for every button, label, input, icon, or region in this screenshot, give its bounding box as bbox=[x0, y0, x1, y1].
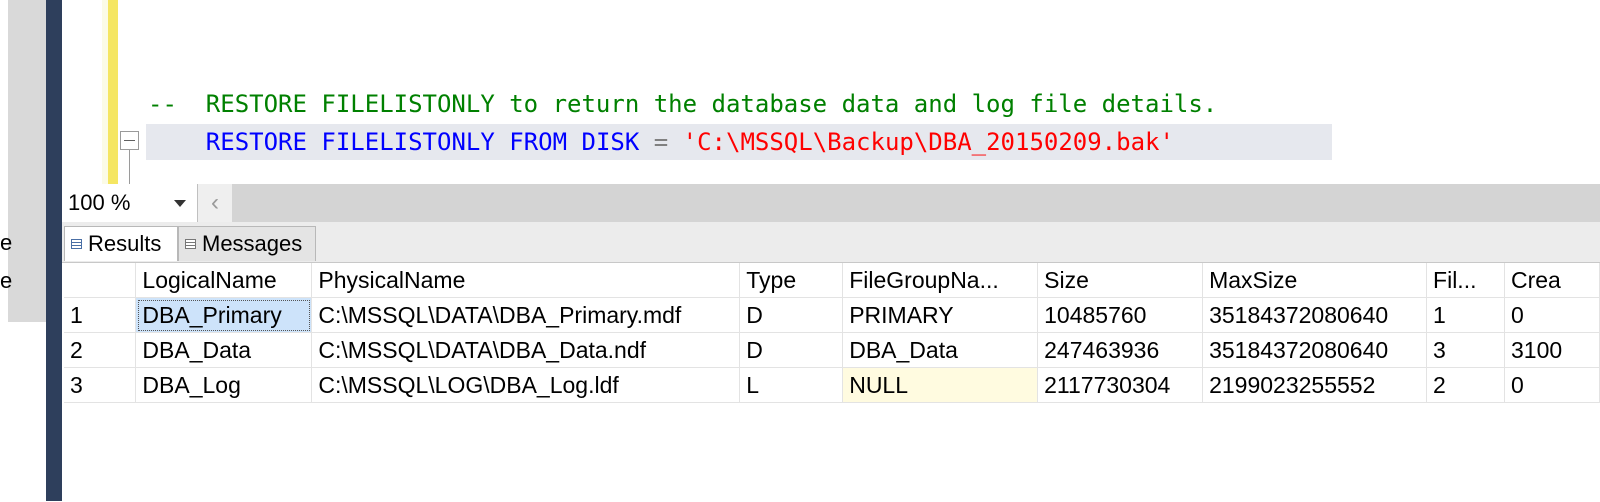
left-panel-text-fragment: e bbox=[0, 268, 13, 293]
table-cell[interactable]: C:\MSSQL\DATA\DBA_Primary.mdf bbox=[311, 297, 741, 333]
results-grid[interactable]: LogicalName PhysicalName Type FileGroupN… bbox=[62, 262, 1600, 502]
query-editor[interactable]: -- RESTORE FILELISTONLY to return the da… bbox=[62, 0, 1600, 187]
code-line-comment[interactable]: -- RESTORE FILELISTONLY to return the da… bbox=[148, 88, 1217, 120]
row-number[interactable]: 2 bbox=[64, 332, 137, 368]
table-row[interactable]: 1 DBA_Primary C:\MSSQL\DATA\DBA_Primary.… bbox=[64, 297, 1600, 333]
left-panel bbox=[8, 0, 46, 322]
scroll-left-icon[interactable]: ‹ bbox=[198, 184, 232, 222]
table-cell[interactable]: C:\MSSQL\DATA\DBA_Data.ndf bbox=[311, 332, 741, 368]
table-cell[interactable]: PRIMARY bbox=[842, 297, 1039, 333]
column-header[interactable]: PhysicalName bbox=[311, 263, 741, 298]
column-header[interactable]: LogicalName bbox=[135, 263, 313, 298]
table-cell[interactable]: 247463936 bbox=[1037, 332, 1204, 368]
column-header[interactable] bbox=[64, 263, 137, 298]
tab-results-label: Results bbox=[88, 231, 162, 256]
zoom-value: 100 % bbox=[68, 190, 131, 215]
table-cell[interactable]: 3100 bbox=[1504, 332, 1600, 368]
column-header[interactable]: Crea bbox=[1504, 263, 1600, 298]
table-cell[interactable]: 1 bbox=[1426, 297, 1505, 333]
tab-results[interactable]: Results bbox=[64, 226, 178, 261]
table-cell[interactable]: 35184372080640 bbox=[1202, 332, 1428, 368]
table-cell[interactable]: C:\MSSQL\LOG\DBA_Log.ldf bbox=[311, 367, 741, 403]
tab-messages-label: Messages bbox=[202, 231, 303, 256]
tab-messages[interactable]: Messages bbox=[178, 226, 316, 261]
keyword-disk: DISK bbox=[581, 128, 640, 156]
table-cell[interactable]: DBA_Data bbox=[842, 332, 1039, 368]
keyword-filelistonly: FILELISTONLY bbox=[321, 128, 495, 156]
zoom-bar: 100 % ‹ bbox=[62, 184, 1600, 222]
zoom-dropdown[interactable]: 100 % bbox=[62, 184, 198, 222]
table-cell[interactable]: D bbox=[739, 297, 844, 333]
table-cell-null[interactable]: NULL bbox=[842, 367, 1039, 403]
string-backup-path: 'C:\MSSQL\Backup\DBA_20150209.bak' bbox=[682, 128, 1174, 156]
table-cell[interactable]: DBA_Log bbox=[135, 367, 313, 403]
chevron-down-icon[interactable] bbox=[174, 200, 186, 207]
table-row[interactable]: 2 DBA_Data C:\MSSQL\DATA\DBA_Data.ndf D … bbox=[64, 332, 1600, 368]
results-table: LogicalName PhysicalName Type FileGroupN… bbox=[64, 263, 1600, 403]
table-cell[interactable]: D bbox=[739, 332, 844, 368]
code-line-restore[interactable]: RESTORE FILELISTONLY FROM DISK = 'C:\MSS… bbox=[148, 126, 1174, 158]
table-cell[interactable]: DBA_Data bbox=[135, 332, 313, 368]
row-number[interactable]: 1 bbox=[64, 297, 137, 333]
column-header[interactable]: Type bbox=[739, 263, 844, 298]
table-cell[interactable]: 3 bbox=[1426, 332, 1505, 368]
column-header[interactable]: MaxSize bbox=[1202, 263, 1428, 298]
left-panel-strip: e e bbox=[0, 0, 46, 501]
table-cell[interactable]: L bbox=[739, 367, 844, 403]
table-row[interactable]: 3 DBA_Log C:\MSSQL\LOG\DBA_Log.ldf L NUL… bbox=[64, 367, 1600, 403]
messages-icon bbox=[185, 239, 196, 249]
column-header[interactable]: FileGroupNa... bbox=[842, 263, 1039, 298]
operator-equals: = bbox=[653, 128, 669, 156]
column-header[interactable]: Size bbox=[1037, 263, 1204, 298]
left-panel-text-fragment: e bbox=[0, 230, 13, 255]
table-cell[interactable]: 0 bbox=[1504, 297, 1600, 333]
table-cell[interactable]: 35184372080640 bbox=[1202, 297, 1428, 333]
table-cell[interactable]: DBA_Primary bbox=[135, 297, 313, 333]
table-cell[interactable]: 10485760 bbox=[1037, 297, 1204, 333]
keyword-restore: RESTORE bbox=[205, 128, 307, 156]
outline-line bbox=[129, 150, 130, 187]
grid-icon bbox=[71, 239, 82, 249]
results-tab-strip: Results Messages bbox=[62, 222, 1600, 262]
change-tracking-bar bbox=[108, 0, 118, 187]
collapse-toggle-icon[interactable] bbox=[120, 131, 139, 150]
table-cell[interactable]: 0 bbox=[1504, 367, 1600, 403]
editor-nav-bar bbox=[46, 0, 62, 501]
table-cell[interactable]: 2199023255552 bbox=[1202, 367, 1428, 403]
keyword-from: FROM bbox=[509, 128, 568, 156]
table-cell[interactable]: 2 bbox=[1426, 367, 1505, 403]
row-number[interactable]: 3 bbox=[64, 367, 137, 403]
table-header-row: LogicalName PhysicalName Type FileGroupN… bbox=[64, 263, 1600, 298]
table-cell[interactable]: 2117730304 bbox=[1037, 367, 1204, 403]
column-header[interactable]: Fil... bbox=[1426, 263, 1505, 298]
